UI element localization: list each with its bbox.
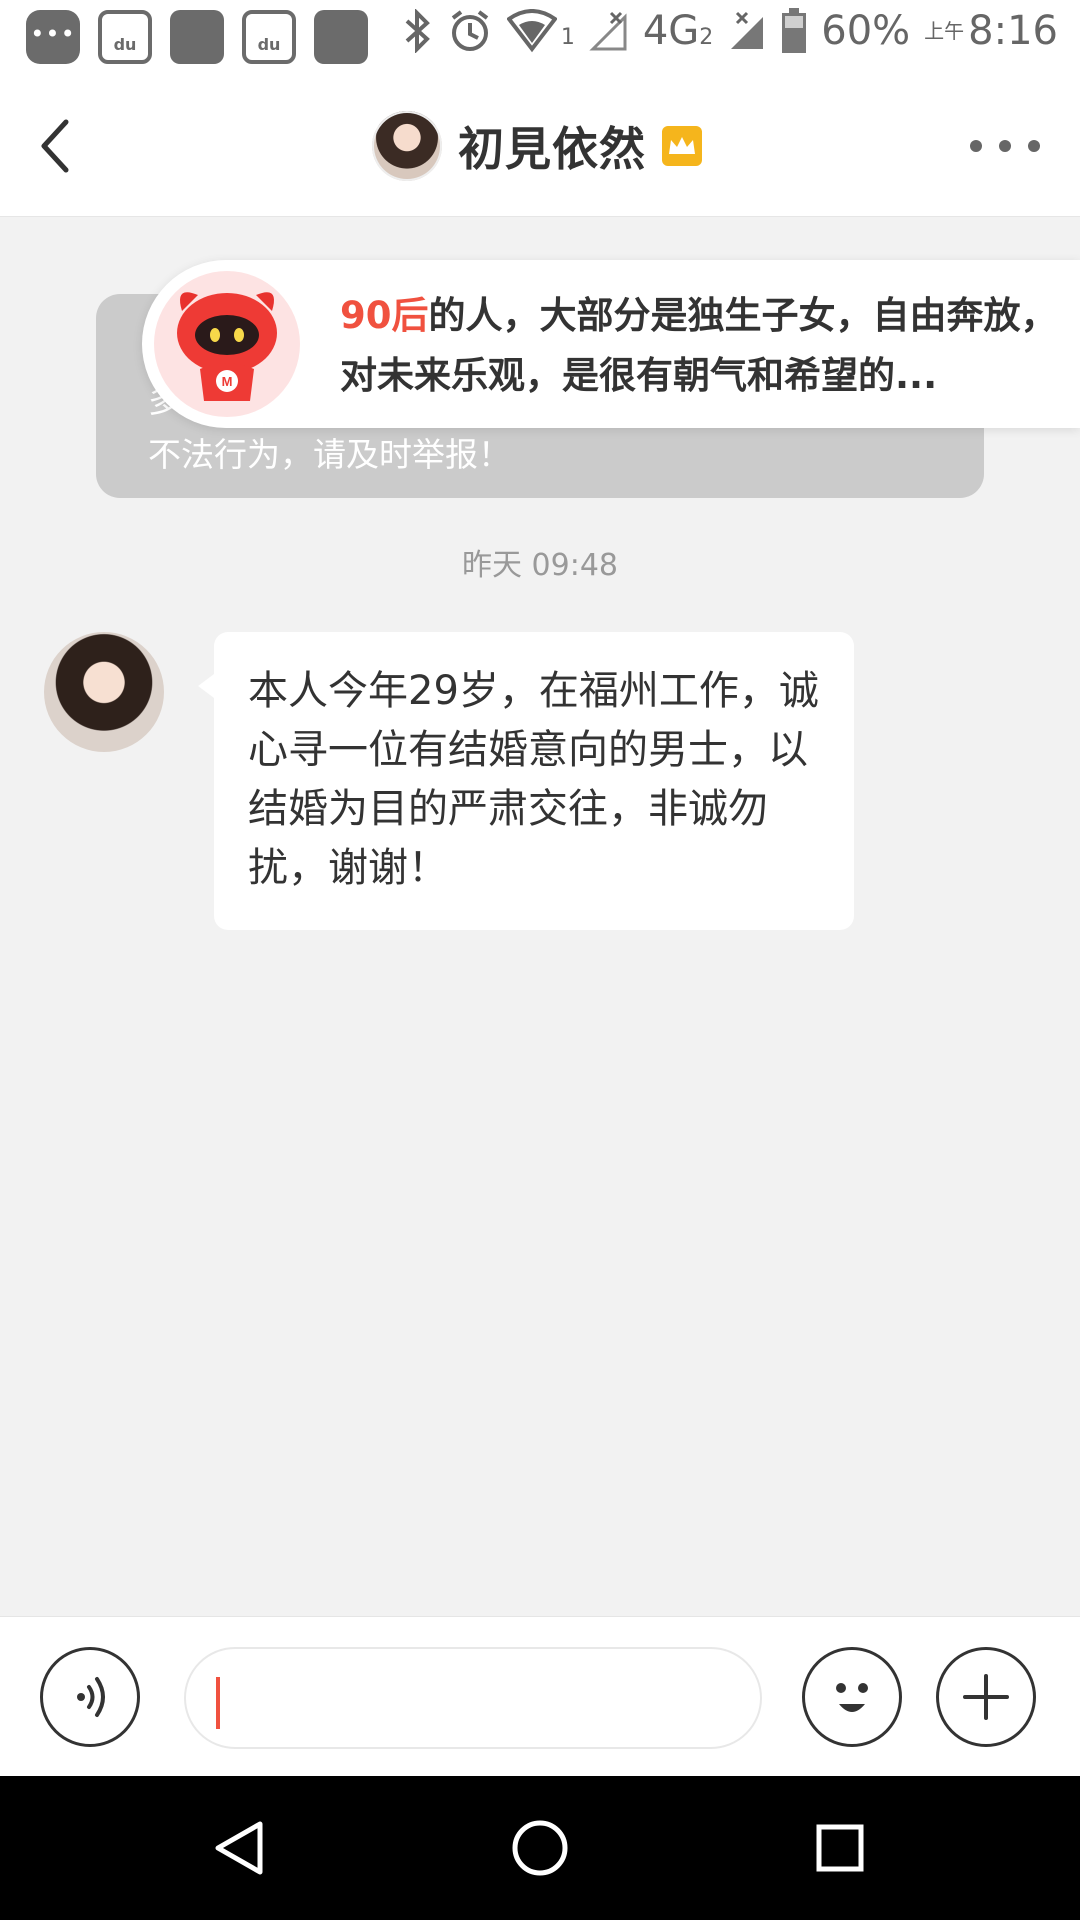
mascot-popup[interactable]: M 90后的人，大部分是独生子女，自由奔放，对未来乐观，是很有朝气和希望的... xyxy=(142,260,1080,428)
battery-percent: 60% xyxy=(821,8,911,54)
clock: 8:16 xyxy=(968,8,1058,54)
battery-icon xyxy=(782,8,807,53)
app-notification-icon xyxy=(170,10,224,64)
system-navigation-bar xyxy=(0,1776,1080,1920)
svg-text:M: M xyxy=(222,374,233,389)
more-icon[interactable] xyxy=(970,136,1040,156)
nav-recent-icon[interactable] xyxy=(804,1812,876,1884)
back-button[interactable] xyxy=(30,114,90,178)
crown-icon xyxy=(662,126,702,166)
ampm-label: 上午 xyxy=(924,19,965,43)
signal-icon xyxy=(731,11,764,49)
message-input[interactable] xyxy=(184,1647,762,1749)
message-text: 本人今年29岁，在福州工作，诚心寻一位有结婚意向的男士，以结婚为目的严肃交往，非… xyxy=(248,668,819,891)
nav-back-icon[interactable] xyxy=(204,1812,276,1884)
baidu-icon xyxy=(242,10,296,64)
popup-message: 90后的人，大部分是独生子女，自由奔放，对未来乐观，是很有朝气和希望的... xyxy=(340,286,1060,406)
popup-body: 的人，大部分是独生子女，自由奔放，对未来乐观，是很有朝气和希望的... xyxy=(340,294,1058,397)
message-bubble[interactable]: 本人今年29岁，在福州工作，诚心寻一位有结婚意向的男士，以结婚为目的严肃交往，非… xyxy=(198,632,854,930)
avatar[interactable] xyxy=(44,632,164,752)
emoji-button[interactable] xyxy=(802,1647,902,1747)
bluetooth-icon xyxy=(405,9,430,53)
popup-highlight: 90后 xyxy=(340,294,429,337)
voice-icon xyxy=(77,1677,105,1717)
notification-icons xyxy=(26,10,368,64)
input-bar xyxy=(0,1616,1080,1777)
text-caret xyxy=(216,1677,220,1729)
page-title: 初見依然 xyxy=(458,122,646,176)
alarm-icon xyxy=(451,10,489,51)
sim1-label: 1 xyxy=(560,25,575,50)
avatar[interactable] xyxy=(372,111,442,181)
mascot-icon: M xyxy=(154,271,300,417)
emoji-icon xyxy=(836,1683,868,1712)
wifi-icon xyxy=(506,9,557,53)
back-arrow-icon xyxy=(41,119,69,173)
voice-button[interactable] xyxy=(40,1647,140,1747)
plus-button[interactable] xyxy=(936,1647,1036,1747)
chat-title-area[interactable]: 初見依然 xyxy=(372,108,702,184)
nav-home-icon[interactable] xyxy=(504,1812,576,1884)
chat-header: 初見依然 xyxy=(0,76,1080,217)
plus-icon xyxy=(963,1674,1009,1720)
system-status: 1 4G 2 60% 上午 8:16 xyxy=(403,8,1058,54)
message-timestamp: 昨天 09:48 xyxy=(462,548,618,583)
baidu-icon xyxy=(98,10,152,64)
notice-text: 不法行为，请及时举报！ xyxy=(148,435,511,474)
status-bar: 1 4G 2 60% 上午 8:16 xyxy=(0,0,1080,76)
sim2-label: 2 xyxy=(699,25,714,50)
message-icon xyxy=(26,10,80,64)
network-label: 4G xyxy=(642,8,700,54)
app-notification-icon xyxy=(314,10,368,64)
signal-icon xyxy=(589,11,627,51)
